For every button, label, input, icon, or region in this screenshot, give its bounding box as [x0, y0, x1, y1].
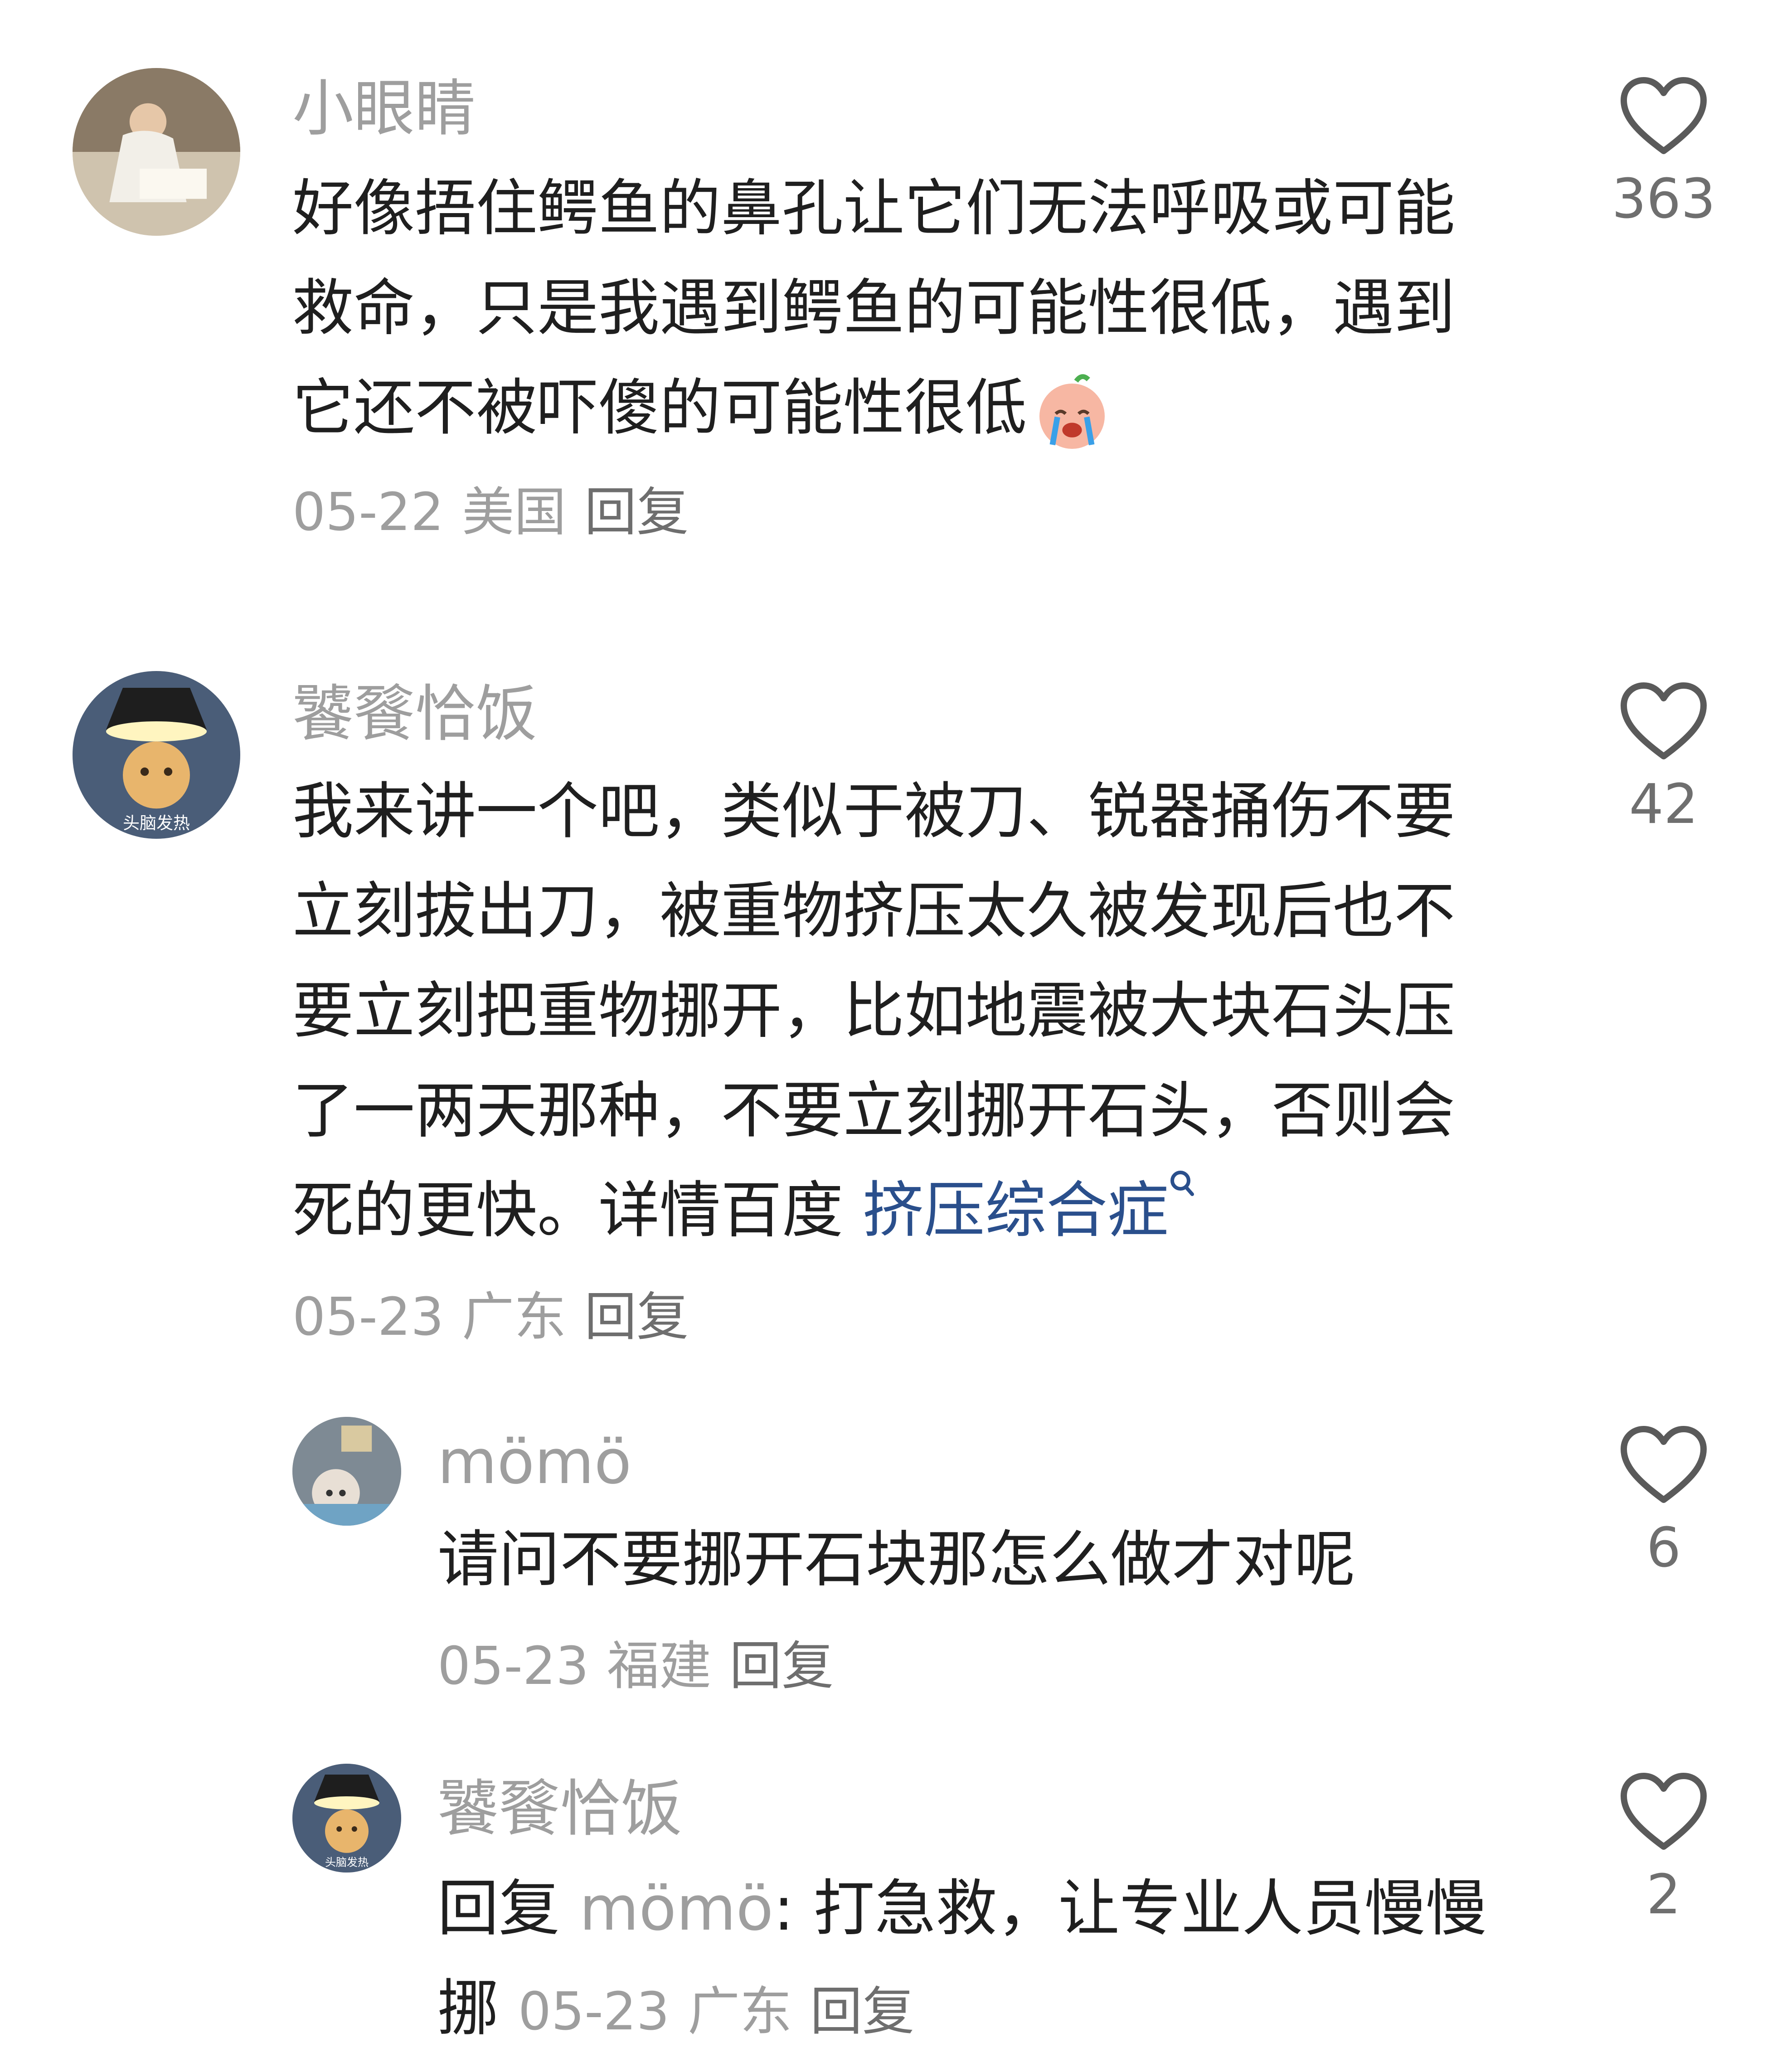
comment-line: 救命，只是我遇到鳄鱼的可能性很低，遇到	[292, 272, 1455, 344]
comment-text: 回复 mömö: 打急救，让专业人员慢慢 挪 05-23 广东 回复	[437, 1859, 1487, 2062]
comment-line-text: 挪	[437, 1973, 518, 2044]
reply-button[interactable]: 回复	[729, 1636, 834, 1697]
comment-text: 请问不要挪开石块那怎么做才对呢	[437, 1510, 1355, 1610]
comment-date: 05-23	[437, 1636, 589, 1697]
comment-author[interactable]: 饕餮恰饭	[292, 676, 537, 753]
heart-outline-icon[interactable]	[1618, 1424, 1709, 1505]
comment-author[interactable]: 小眼睛	[292, 70, 476, 147]
comment-author[interactable]: 饕餮恰饭	[437, 1770, 682, 1848]
comment-line-text: : 打急救，让专业人员慢慢	[773, 1873, 1487, 1944]
like-count: 363	[1612, 168, 1716, 231]
comment-meta: 05-23 广东 回复	[518, 1981, 914, 2042]
reply-target-user[interactable]: mömö	[579, 1873, 773, 1944]
comment-text: 好像捂住鳄鱼的鼻孔让它们无法呼吸或可能 救命，只是我遇到鳄鱼的可能性很低，遇到 …	[292, 159, 1455, 458]
like-control[interactable]: 2	[1589, 1770, 1738, 1929]
comment-line: 要立刻把重物挪开，比如地震被大块石头压	[292, 975, 1455, 1046]
search-icon[interactable]	[1169, 1170, 1196, 1201]
comment-date: 05-23	[518, 1981, 670, 2042]
comment-location: 美国	[462, 482, 567, 543]
crying-face-emoji-icon	[1039, 374, 1105, 449]
comment-line: 回复 mömö: 打急救，让专业人员慢慢	[437, 1859, 1487, 1959]
avatar[interactable]: 头脑发热	[73, 671, 240, 839]
avatar[interactable]	[292, 1417, 401, 1526]
heart-outline-icon[interactable]	[1618, 680, 1709, 762]
like-control[interactable]: 363	[1589, 75, 1738, 233]
comment-meta: 05-23 广东 回复	[292, 1283, 689, 1351]
comment-line: 请问不要挪开石块那怎么做才对呢	[437, 1524, 1355, 1595]
avatar-caption: 头脑发热	[123, 813, 190, 833]
comment-location: 福建	[607, 1636, 712, 1697]
comment-date: 05-22	[292, 482, 444, 543]
like-count: 42	[1629, 773, 1699, 836]
reply-button[interactable]: 回复	[810, 1981, 914, 2042]
comment-line-text: 死的更快。详情百度	[292, 1175, 863, 1246]
avatar[interactable]: 头脑发热	[292, 1764, 401, 1873]
search-keyword-link[interactable]: 挤压综合症	[863, 1175, 1169, 1246]
avatar-caption: 头脑发热	[325, 1856, 369, 1869]
comment-author[interactable]: mömö	[437, 1424, 631, 1501]
comment-line: 它还不被吓傻的可能性很低	[292, 358, 1455, 458]
comment-date: 05-23	[292, 1287, 444, 1347]
heart-outline-icon[interactable]	[1618, 75, 1709, 156]
comment-line: 了一两天那种，不要立刻挪开石头，否则会	[292, 1075, 1455, 1146]
reply-button[interactable]: 回复	[584, 482, 689, 543]
like-count: 6	[1646, 1517, 1681, 1580]
comment-line: 挪 05-23 广东 回复	[437, 1959, 1487, 2062]
like-count: 2	[1646, 1863, 1681, 1926]
reply-button[interactable]: 回复	[584, 1287, 689, 1347]
comment-location: 广东	[688, 1981, 792, 2042]
comment-line-text: 它还不被吓傻的可能性很低	[292, 372, 1027, 443]
comment-meta: 05-22 美国 回复	[292, 478, 689, 546]
comment-line: 立刻拔出刀，被重物挤压太久被发现后也不	[292, 875, 1455, 947]
heart-outline-icon[interactable]	[1618, 1770, 1709, 1852]
comment-meta: 05-23 福建 回复	[437, 1632, 834, 1700]
comment-text: 我来讲一个吧，类似于被刀、锐器捅伤不要 立刻拔出刀，被重物挤压太久被发现后也不 …	[292, 762, 1455, 1260]
like-control[interactable]: 6	[1589, 1424, 1738, 1582]
reply-prefix: 回复	[437, 1873, 579, 1944]
comment-line: 死的更快。详情百度 挤压综合症	[292, 1161, 1455, 1260]
avatar[interactable]	[73, 68, 240, 236]
comment-line: 我来讲一个吧，类似于被刀、锐器捅伤不要	[292, 776, 1455, 847]
like-control[interactable]: 42	[1589, 680, 1738, 839]
comment-location: 广东	[462, 1287, 567, 1347]
comment-line: 好像捂住鳄鱼的鼻孔让它们无法呼吸或可能	[292, 173, 1455, 244]
